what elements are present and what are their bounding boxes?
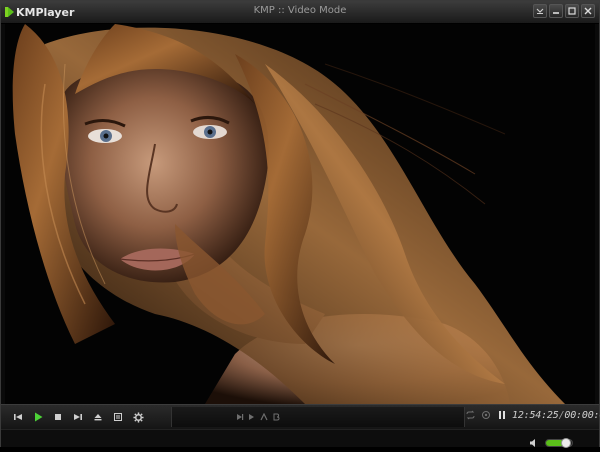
title-bar[interactable]: KMPlayer KMP :: Video Mode [1, 1, 599, 24]
total-time: 00:00:00 [564, 409, 600, 421]
frame-back-button[interactable] [236, 412, 244, 422]
mute-button[interactable] [529, 433, 539, 452]
playlist-button[interactable] [111, 410, 125, 424]
repeat-button[interactable] [464, 409, 476, 421]
minimize-icon [553, 12, 559, 14]
window-title: KMP :: Video Mode [253, 5, 347, 16]
playlist-icon [114, 413, 122, 421]
next-icon [74, 414, 82, 420]
preferences-button[interactable] [131, 410, 145, 424]
previous-button[interactable] [11, 410, 25, 424]
capture-icon [482, 411, 490, 419]
stop-icon [55, 414, 61, 420]
capture-button[interactable] [480, 409, 492, 421]
previous-icon [14, 414, 22, 420]
b-marker-button[interactable] [272, 412, 280, 422]
settings-icon [536, 8, 544, 14]
video-display[interactable] [5, 24, 595, 404]
play-button[interactable] [31, 410, 45, 424]
control-bar: 12:54:25/00:00:00 [1, 404, 600, 429]
maximize-icon [568, 7, 576, 15]
seek-tools [236, 412, 280, 422]
pause-indicator [496, 409, 508, 421]
frame-back-icon [237, 414, 244, 420]
current-time: 12:54:25 [512, 409, 559, 421]
pause-icon [499, 411, 505, 419]
minimize-button[interactable] [549, 4, 563, 18]
settings-icon [132, 411, 144, 423]
status-area: 12:54:25/00:00:00 [464, 409, 600, 421]
frame-forward-button[interactable] [248, 412, 256, 422]
close-icon [584, 7, 592, 15]
a-marker-icon [260, 413, 268, 421]
frame-forward-icon [249, 414, 254, 420]
volume-slider[interactable] [545, 437, 573, 448]
window-controls [533, 4, 595, 18]
time-display[interactable]: 12:54:25/00:00:00 [512, 410, 600, 421]
seek-bar[interactable] [171, 407, 465, 427]
status-bar [1, 429, 599, 448]
next-button[interactable] [71, 410, 85, 424]
close-button[interactable] [581, 4, 595, 18]
repeat-icon [466, 410, 474, 420]
eject-button[interactable] [91, 410, 105, 424]
play-icon [35, 412, 43, 422]
video-frame-image [5, 24, 595, 404]
kmplayer-window: KMPlayer KMP :: Video Mode 12:54:25/00:0… [0, 0, 600, 448]
maximize-button[interactable] [565, 4, 579, 18]
volume-control [529, 433, 573, 452]
b-marker-icon [273, 413, 280, 421]
stop-button[interactable] [51, 410, 65, 424]
a-marker-button[interactable] [260, 412, 268, 422]
volume-knob[interactable] [560, 437, 571, 448]
window-menu-button[interactable] [533, 4, 547, 18]
eject-icon [94, 414, 102, 421]
playback-controls [11, 410, 145, 424]
